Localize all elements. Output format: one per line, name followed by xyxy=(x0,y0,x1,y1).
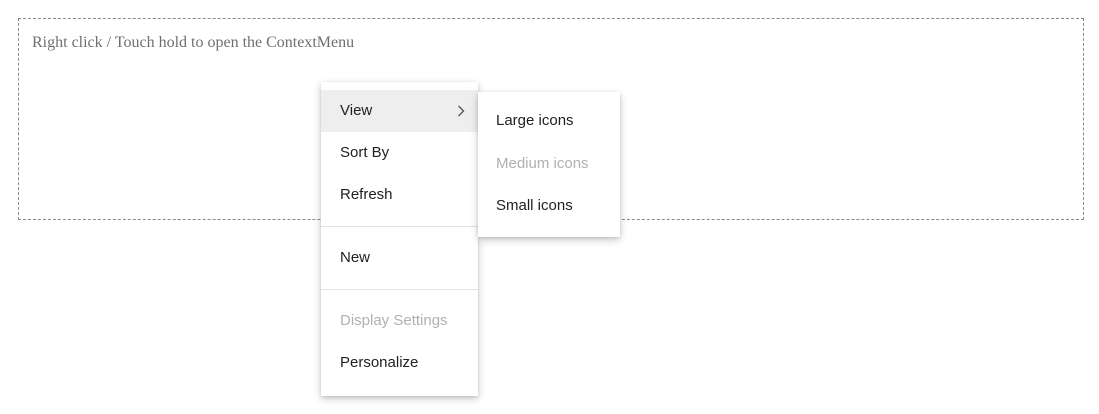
menu-item-personalize[interactable]: Personalize xyxy=(321,342,478,384)
view-submenu: Large icons Medium icons Small icons xyxy=(478,92,620,237)
chevron-right-icon xyxy=(456,90,466,132)
context-menu: View Sort By Refresh New Display Setting… xyxy=(321,82,478,396)
menu-item-label: Sort By xyxy=(340,144,390,161)
menu-item-label: Refresh xyxy=(340,186,393,203)
menu-separator xyxy=(321,289,478,290)
menu-item-label: Display Settings xyxy=(340,312,448,329)
submenu-item-medium-icons: Medium icons xyxy=(478,143,620,186)
menu-item-display-settings: Display Settings xyxy=(321,300,478,342)
menu-item-label: New xyxy=(340,249,371,266)
menu-item-view[interactable]: View xyxy=(321,90,478,132)
menu-item-new[interactable]: New xyxy=(321,237,478,279)
menu-item-label: Small icons xyxy=(496,197,573,214)
submenu-item-small-icons[interactable]: Small icons xyxy=(478,185,620,228)
menu-separator xyxy=(321,226,478,227)
menu-item-label: Medium icons xyxy=(496,154,589,172)
target-hint-text: Right click / Touch hold to open the Con… xyxy=(32,34,355,51)
menu-item-label: Personalize xyxy=(340,354,419,371)
menu-item-label: View xyxy=(340,102,373,119)
menu-item-sort-by[interactable]: Sort By xyxy=(321,132,478,174)
submenu-item-large-icons[interactable]: Large icons xyxy=(478,100,620,143)
menu-item-label: Large icons xyxy=(496,112,574,129)
menu-item-refresh[interactable]: Refresh xyxy=(321,174,478,216)
